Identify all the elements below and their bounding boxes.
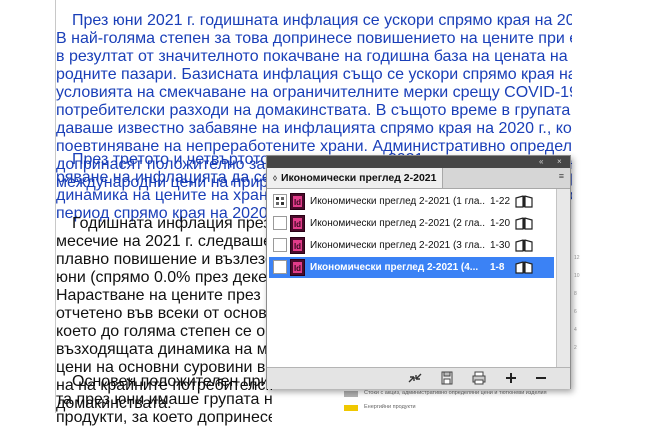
axis-tick-label: 10 [574, 273, 580, 279]
text-line: Основен положителен принос за инф [72, 373, 272, 390]
svg-text:Id: Id [294, 220, 301, 229]
axis-tick-label: 12 [574, 255, 580, 261]
legend-item: Стоки с акциз, административно определян… [326, 390, 556, 397]
axis-tick-label: 2 [574, 345, 577, 351]
text-line: Годишната инфлация през първото п [72, 215, 272, 232]
legend-swatch [344, 391, 358, 397]
indesign-file-icon: Id [290, 215, 305, 232]
style-source-checkbox[interactable] [273, 216, 287, 230]
tab-arrows-icon: ◊ [273, 174, 277, 183]
axis-tick-label: 4 [574, 327, 577, 333]
document-title: Икономически преглед 2-2021 (1 гла... [310, 196, 485, 207]
legend-label: Стоки с акциз, административно определян… [364, 390, 547, 396]
list-item[interactable]: Id Икономически преглед 2-2021 (2 гла...… [269, 213, 554, 234]
add-document-icon[interactable] [503, 371, 519, 385]
svg-text:Id: Id [294, 198, 301, 207]
paragraph-4[interactable]: Основен положителен принос за инф та пре… [56, 373, 272, 427]
legend-item: Енергийни продукти [326, 404, 556, 411]
page-range: 1-22 [490, 196, 511, 207]
text-line: в резултат от значителното покачване на … [56, 48, 572, 65]
open-book-icon [515, 195, 533, 208]
book-document-list[interactable]: Id Икономически преглед 2-2021 (1 гла...… [267, 189, 570, 367]
list-item-selected[interactable]: Id Икономически преглед 2-2021 (4... 1-8 [269, 257, 554, 278]
style-source-icon [276, 197, 284, 205]
axis-tick-label: 6 [574, 309, 577, 315]
indesign-file-icon: Id [290, 237, 305, 254]
page-range: 1-8 [490, 262, 505, 273]
legend-label: Енергийни продукти [364, 404, 416, 410]
panel-menu-icon[interactable]: ≡ [559, 171, 564, 181]
list-item[interactable]: Id Икономически преглед 2-2021 (1 гла...… [269, 191, 554, 212]
tab-title: Икономически преглед 2-2021 [280, 172, 437, 184]
svg-text:Id: Id [294, 264, 301, 273]
panel-title-bar[interactable]: « × [267, 156, 570, 168]
list-item[interactable]: Id Икономически преглед 2-2021 (3 гла...… [269, 235, 554, 256]
print-icon[interactable] [471, 371, 487, 385]
indesign-file-icon: Id [290, 259, 305, 276]
text-line: През юни 2021 г. годишната инфлация се у… [72, 12, 572, 29]
text-line: което до голяма степен се определя [56, 323, 272, 340]
document-title: Икономически преглед 2-2021 (2 гла... [310, 218, 485, 229]
text-line: плавно повишение и възлезе на 2.4% [56, 251, 272, 268]
text-line: родните пазари. Базисната инфлация също … [56, 66, 572, 83]
panel-tab-bar: ◊ Икономически преглед 2-2021 ≡ [267, 168, 570, 189]
book-panel[interactable]: « × ◊ Икономически преглед 2-2021 ≡ Id Ик… [266, 155, 571, 389]
text-line: В най-голяма степен за това допринесе по… [56, 30, 572, 47]
indesign-file-icon: Id [290, 193, 305, 210]
save-icon[interactable] [439, 371, 455, 385]
text-line: отчетено във всеки от основните гр [56, 305, 272, 322]
text-line: възходящата динамика на междунаро [56, 341, 272, 358]
panel-scrollbar[interactable] [556, 189, 570, 367]
tab-book[interactable]: ◊ Икономически преглед 2-2021 [267, 168, 443, 188]
text-line: даваше известно забавяне на инфлацията с… [56, 120, 572, 137]
page-range: 1-30 [490, 240, 511, 251]
style-source-checkbox[interactable] [273, 260, 287, 274]
axis-tick-label: 8 [574, 291, 577, 297]
open-book-icon [515, 261, 533, 274]
text-line: месечие на 2021 г. следваше тенденц [56, 233, 272, 250]
document-title: Икономически преглед 2-2021 (4... [310, 262, 479, 273]
legend-swatch [344, 405, 358, 411]
open-book-icon [515, 217, 533, 230]
text-line: Нарастване на цените през юни беше [56, 287, 272, 304]
open-book-icon [515, 239, 533, 252]
page-range: 1-20 [490, 218, 511, 229]
style-source-checkbox[interactable] [273, 238, 287, 252]
document-title: Икономически преглед 2-2021 (3 гла... [310, 240, 485, 251]
text-line: юни (спрямо 0.0% през декември 202 [56, 269, 272, 286]
collapse-button[interactable]: « [539, 156, 543, 168]
text-line: та през юни имаше групата на енергийните [56, 391, 272, 408]
text-line: продукти, за което допринесе покачването [56, 409, 272, 426]
svg-text:Id: Id [294, 242, 301, 251]
remove-document-icon[interactable] [533, 371, 549, 385]
text-line: потребителски разходи на домакинствата. … [56, 102, 572, 119]
synchronize-icon[interactable] [407, 371, 423, 385]
style-source-checkbox[interactable] [273, 194, 287, 208]
text-line: условията на смекчаване на ограничителни… [56, 84, 572, 101]
close-button[interactable]: × [557, 156, 562, 168]
panel-footer [267, 367, 570, 389]
